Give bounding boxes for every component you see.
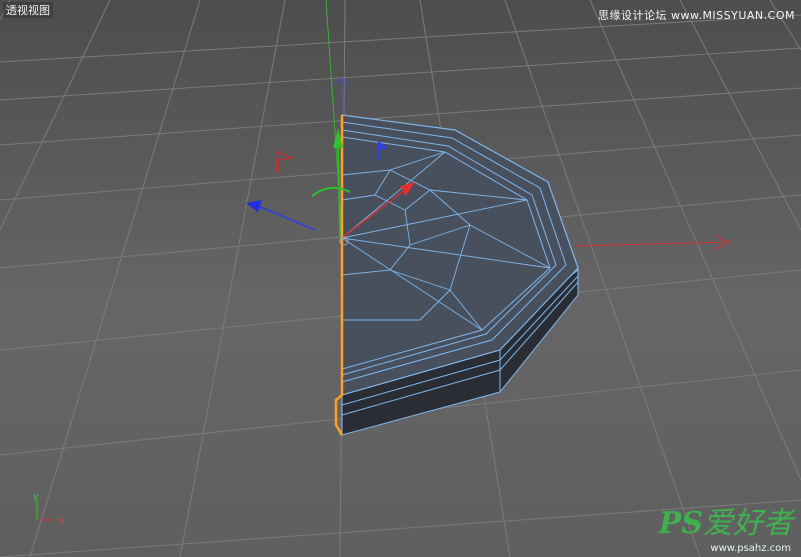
viewport-canvas[interactable]: y x — [0, 0, 801, 557]
gizmo-z-handle[interactable] — [257, 205, 316, 231]
watermark-logo: PS爱好者 — [659, 509, 793, 539]
gizmo-red-flag-icon[interactable] — [275, 151, 295, 173]
mini-axis-y-label: y — [33, 492, 39, 502]
watermark-logo-ps: PS — [658, 506, 703, 541]
watermark-site-text: 思缘设计论坛 www.MISSYUAN.COM — [597, 9, 795, 22]
world-x-axis — [574, 241, 729, 247]
view-name-label[interactable]: 透视视图 — [3, 2, 53, 18]
mini-axis-x-label: x — [59, 516, 65, 526]
gizmo-z-arrow[interactable] — [246, 200, 262, 212]
perspective-viewport[interactable]: y x 透视视图 思缘设计论坛 www.MISSYUAN.COM PS爱好者 w… — [0, 0, 801, 557]
watermark-url: www.psahz.com — [710, 543, 791, 554]
half-octagon-mesh[interactable] — [334, 114, 579, 436]
watermark-logo-cn: 爱好者 — [703, 506, 793, 541]
